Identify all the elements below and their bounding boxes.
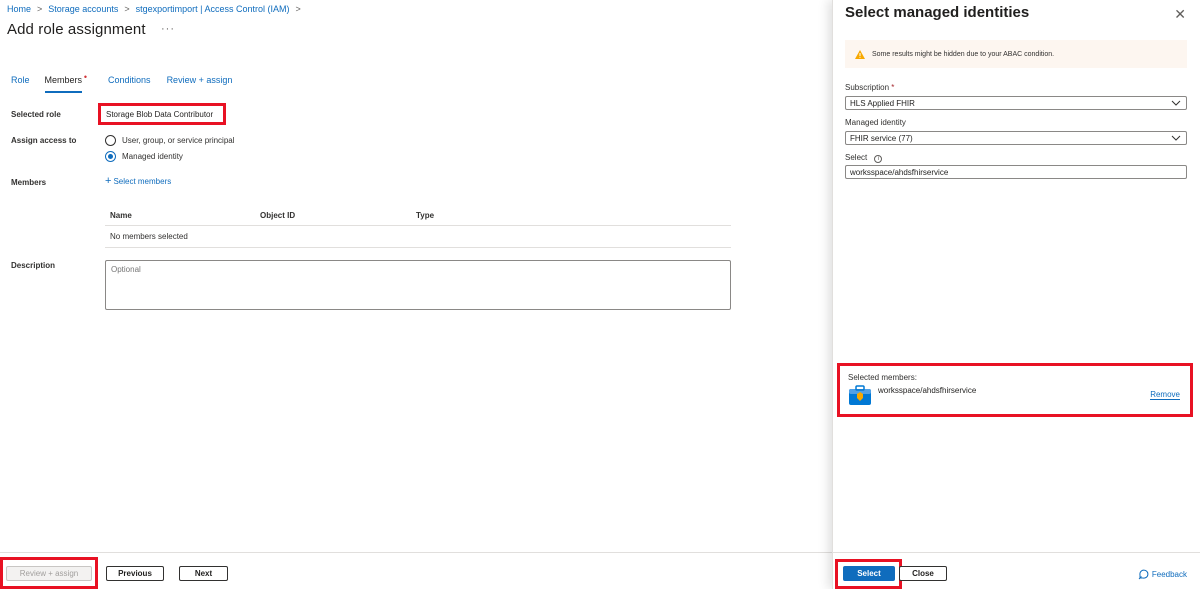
breadcrumb-storage-accounts[interactable]: Storage accounts xyxy=(48,4,118,14)
tab-members[interactable]: Members • xyxy=(44,72,87,93)
review-assign-button[interactable]: Review + assign xyxy=(6,566,92,581)
assign-access-label: Assign access to xyxy=(11,136,77,145)
selected-member-item: worksspace/ahdsfhirservice xyxy=(848,384,976,406)
warning-message-bar: Some results might be hidden due to your… xyxy=(845,40,1187,68)
selected-members-section: Selected members: worksspace/ahdsfhirser… xyxy=(837,363,1193,417)
page-title: Add role assignment xyxy=(7,21,146,38)
managed-identity-value: FHIR service (77) xyxy=(850,133,913,143)
warning-icon xyxy=(855,49,865,59)
subscription-dropdown[interactable]: HLS Applied FHIR xyxy=(845,96,1187,110)
breadcrumb-separator: > xyxy=(124,4,130,14)
description-label: Description xyxy=(11,261,56,270)
select-label: Select i xyxy=(845,153,883,163)
tab-conditions[interactable]: Conditions xyxy=(108,75,151,93)
select-members-link[interactable]: + Select members xyxy=(105,175,172,187)
required-asterisk: * xyxy=(891,83,895,92)
table-row: No members selected xyxy=(105,226,731,248)
warning-text: Some results might be hidden due to your… xyxy=(872,50,1055,58)
radio-checked-icon xyxy=(105,151,116,162)
close-button[interactable]: Close xyxy=(899,566,947,581)
radio-label: User, group, or service principal xyxy=(122,136,235,145)
breadcrumb-access-control[interactable]: stgexportimport | Access Control (IAM) xyxy=(136,4,290,14)
radio-user-group-sp[interactable]: User, group, or service principal xyxy=(105,135,235,146)
selected-role-label: Selected role xyxy=(11,110,61,119)
feedback-icon xyxy=(1138,569,1149,580)
radio-managed-identity[interactable]: Managed identity xyxy=(105,151,183,162)
breadcrumb: Home > Storage accounts > stgexportimpor… xyxy=(7,4,307,14)
previous-button[interactable]: Previous xyxy=(106,566,164,581)
info-icon[interactable]: i xyxy=(874,155,883,163)
remove-link[interactable]: Remove xyxy=(1150,390,1180,400)
column-header-object-id: Object ID xyxy=(260,210,296,220)
subscription-label: Subscription * xyxy=(845,83,894,92)
subscription-label-text: Subscription xyxy=(845,83,890,92)
plus-icon: + xyxy=(105,175,112,187)
breadcrumb-home[interactable]: Home xyxy=(7,4,31,14)
table-header: Name Object ID Type xyxy=(105,205,731,226)
radio-label: Managed identity xyxy=(122,152,183,161)
main-pane: Home > Storage accounts > stgexportimpor… xyxy=(0,0,832,589)
breadcrumb-separator: > xyxy=(37,4,43,14)
next-button[interactable]: Next xyxy=(179,566,228,581)
selected-members-label: Selected members: xyxy=(848,373,917,382)
column-header-type: Type xyxy=(416,210,435,220)
members-label: Members xyxy=(11,178,47,187)
managed-identity-dropdown[interactable]: FHIR service (77) xyxy=(845,131,1187,145)
radio-unchecked-icon xyxy=(105,135,116,146)
select-managed-identities-panel: Select managed identities ✕ Some results… xyxy=(832,0,1200,589)
managed-identity-label: Managed identity xyxy=(845,118,906,127)
select-members-label: Select members xyxy=(113,177,172,186)
close-icon[interactable]: ✕ xyxy=(1174,6,1186,23)
feedback-link[interactable]: Feedback xyxy=(1138,569,1187,580)
members-table: Name Object ID Type No members selected xyxy=(105,205,731,248)
column-header-name: Name xyxy=(110,210,132,220)
tab-review-assign[interactable]: Review + assign xyxy=(167,75,233,93)
subscription-value: HLS Applied FHIR xyxy=(850,98,915,108)
chevron-down-icon xyxy=(1171,135,1181,141)
tab-role[interactable]: Role xyxy=(11,75,30,93)
more-options-icon[interactable]: ··· xyxy=(161,23,175,35)
managed-identity-icon xyxy=(849,385,871,405)
feedback-label: Feedback xyxy=(1151,570,1187,579)
chevron-down-icon xyxy=(1171,100,1181,106)
required-dot-icon: • xyxy=(83,72,88,82)
footer-divider xyxy=(0,552,832,553)
empty-table-message: No members selected xyxy=(110,232,188,241)
panel-footer-divider xyxy=(833,552,1200,553)
select-label-text: Select xyxy=(845,153,868,162)
tab-bar: Role Members • Conditions Review + assig… xyxy=(11,72,233,93)
select-search-input[interactable] xyxy=(845,165,1187,179)
select-button[interactable]: Select xyxy=(843,566,895,581)
tab-members-label: Members xyxy=(44,75,83,85)
selected-member-name: worksspace/ahdsfhirservice xyxy=(878,386,977,395)
selected-role-value: Storage Blob Data Contributor xyxy=(98,103,226,125)
description-input[interactable] xyxy=(105,260,731,310)
panel-title: Select managed identities xyxy=(845,4,1030,21)
breadcrumb-separator: > xyxy=(295,4,301,14)
